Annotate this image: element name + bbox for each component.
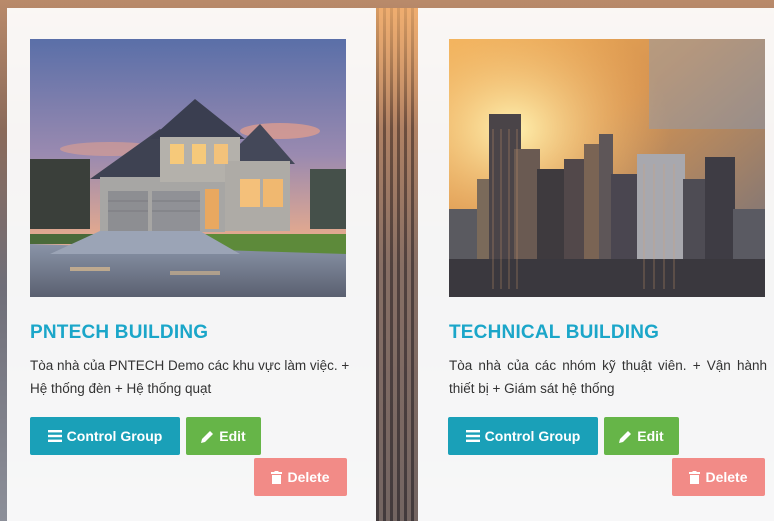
card-title: TECHNICAL BUILDING (449, 322, 660, 343)
edit-button[interactable]: Edit (604, 417, 679, 455)
delete-button[interactable]: Delete (254, 458, 347, 496)
control-group-button[interactable]: Control Group (448, 417, 598, 455)
pencil-icon (619, 430, 632, 443)
delete-label: Delete (287, 469, 330, 485)
trash-icon (689, 470, 701, 484)
control-group-label: Control Group (66, 428, 163, 444)
delete-button[interactable]: Delete (672, 458, 765, 496)
card-description: Tòa nhà của PNTECH Demo các khu vực làm … (30, 358, 350, 396)
control-group-label: Control Group (484, 428, 581, 444)
delete-label: Delete (705, 469, 748, 485)
edit-button[interactable]: Edit (186, 417, 261, 455)
background-city-image (376, 8, 418, 521)
list-icon (47, 430, 62, 442)
control-group-button[interactable]: Control Group (30, 417, 180, 455)
card-description: Tòa nhà của các nhóm kỹ thuật viên. + Vậ… (449, 358, 767, 396)
card-title: PNTECH BUILDING (30, 322, 209, 343)
list-icon (465, 430, 480, 442)
edit-label: Edit (219, 428, 246, 444)
city-skyline-photo (449, 39, 765, 297)
edit-label: Edit (637, 428, 664, 444)
building-card-technical: TECHNICAL BUILDING Tòa nhà của các nhóm … (418, 8, 774, 521)
pencil-icon (201, 430, 214, 443)
house-photo (30, 39, 346, 297)
building-card-pntech: PNTECH BUILDING Tòa nhà của PNTECH Demo … (7, 8, 376, 521)
trash-icon (271, 470, 283, 484)
